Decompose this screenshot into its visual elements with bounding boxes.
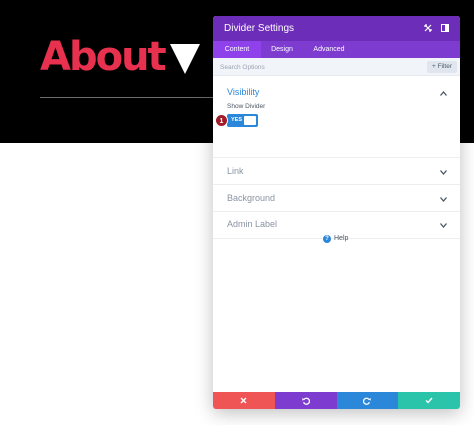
tab-advanced[interactable]: Advanced: [303, 41, 355, 58]
chevron-down-icon: [438, 167, 448, 177]
hero-title: About: [40, 34, 167, 80]
undo-icon: [301, 397, 310, 405]
sidebar-toggle-icon[interactable]: [438, 21, 452, 35]
section-background[interactable]: Background: [213, 185, 460, 212]
panel-title: Divider Settings: [224, 23, 295, 34]
help-link[interactable]: ? Help: [323, 234, 348, 244]
tab-design[interactable]: Design: [261, 41, 303, 58]
close-icon: [240, 397, 247, 404]
help-label: Help: [334, 235, 349, 242]
help-icon: ?: [323, 235, 331, 243]
search-input[interactable]: [220, 61, 420, 73]
filter-button[interactable]: + Filter: [427, 61, 457, 73]
section-title-visibility[interactable]: Visibility: [227, 87, 259, 98]
triangle-shape: [170, 44, 200, 74]
tab-bar: Content Design Advanced: [213, 41, 460, 58]
toggle-value: YES: [231, 117, 243, 123]
section-link[interactable]: Link: [213, 158, 460, 185]
step-badge: 1: [215, 114, 228, 127]
search-bar: + Filter: [213, 58, 460, 76]
redo-icon: [363, 397, 372, 405]
section-title-admin-label: Admin Label: [227, 219, 278, 229]
page: About Divider Settings Content Design Ad…: [0, 0, 474, 425]
divider-settings-panel: Divider Settings Content Design Advanced…: [213, 16, 460, 409]
undo-button[interactable]: [274, 392, 337, 409]
chevron-down-icon: [438, 194, 448, 204]
section-title-link: Link: [227, 166, 244, 176]
section-title-background: Background: [227, 193, 276, 203]
redo-button[interactable]: [336, 392, 399, 409]
expand-icon[interactable]: [421, 21, 435, 35]
toggle-knob: [244, 116, 256, 125]
save-button[interactable]: [398, 392, 460, 409]
panel-header: Divider Settings: [213, 16, 460, 41]
show-divider-label: Show Divider: [227, 103, 266, 110]
chevron-up-icon[interactable]: [438, 88, 448, 98]
panel-footer: [213, 392, 460, 409]
tab-content[interactable]: Content: [213, 41, 261, 58]
check-icon: [425, 397, 433, 404]
discard-button[interactable]: [213, 392, 275, 409]
show-divider-toggle[interactable]: YES: [227, 114, 258, 127]
chevron-down-icon: [438, 220, 448, 230]
